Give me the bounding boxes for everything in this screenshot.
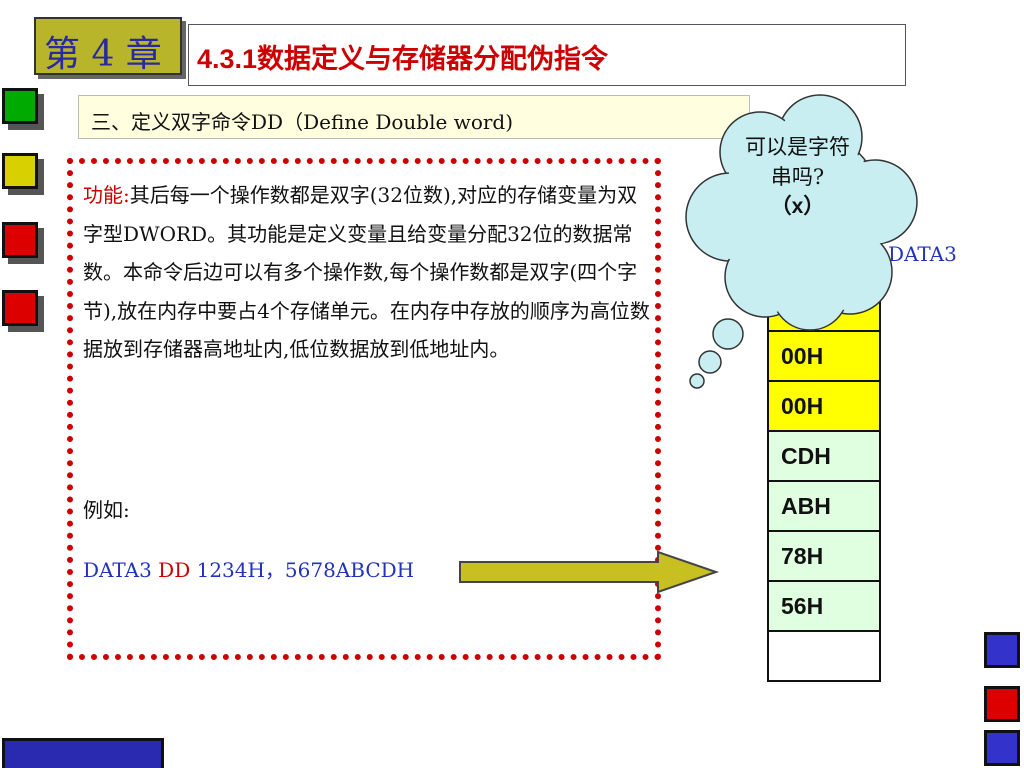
chapter-badge: 第 4 章 xyxy=(34,17,182,75)
callout-question: 可以是字符串吗? xyxy=(745,135,850,189)
right-arrow xyxy=(459,550,720,594)
memory-row: ABH xyxy=(767,480,881,532)
memory-cell: 56H xyxy=(767,580,881,632)
description-paragraph: 功能:其后每一个操作数都是双字(32位数),对应的存储变量为双字型DWORD。其… xyxy=(83,176,653,369)
example-keyword: DD xyxy=(158,558,191,582)
decor-square-blue-2 xyxy=(984,730,1020,766)
memory-cell: CDH xyxy=(767,430,881,482)
memory-cell: ABH xyxy=(767,480,881,532)
decor-square-red-3 xyxy=(984,686,1020,722)
decor-square-red-1 xyxy=(2,222,38,258)
memory-cell xyxy=(767,630,881,682)
memory-row: 56H xyxy=(767,580,881,632)
example-label: 例如: xyxy=(83,498,130,522)
chapter-label: 第 4 章 xyxy=(44,34,162,75)
section-title-box: 4.3.1数据定义与存储器分配伪指令 xyxy=(188,24,906,86)
decor-square-blue-1 xyxy=(984,632,1020,668)
example-operands: 1234H，5678ABCDH xyxy=(190,558,415,582)
decor-square-yellow xyxy=(2,153,38,189)
decor-square-red-2 xyxy=(2,290,38,326)
memory-row: CDH xyxy=(767,430,881,482)
example-variable: DATA3 xyxy=(83,558,159,582)
callout-answer: （x） xyxy=(770,195,825,218)
subtitle-box: 三、定义双字命令DD（Define Double word) xyxy=(78,95,750,139)
function-label: 功能: xyxy=(83,183,130,207)
callout-text: 可以是字符串吗? （x） xyxy=(735,132,860,222)
subtitle: 三、定义双字命令DD（Define Double word) xyxy=(91,110,514,134)
thought-cloud xyxy=(685,94,918,389)
decor-square-green xyxy=(2,88,38,124)
memory-row xyxy=(767,630,881,682)
decor-bottom-bar xyxy=(2,738,164,768)
function-body: 其后每一个操作数都是双字(32位数),对应的存储变量为双字型DWORD。其功能是… xyxy=(83,183,650,361)
memory-cell: 78H xyxy=(767,530,881,582)
memory-row: 78H xyxy=(767,530,881,582)
example-code: DATA3 DD 1234H，5678ABCDH xyxy=(83,554,414,583)
section-title: 4.3.1数据定义与存储器分配伪指令 xyxy=(197,44,609,74)
